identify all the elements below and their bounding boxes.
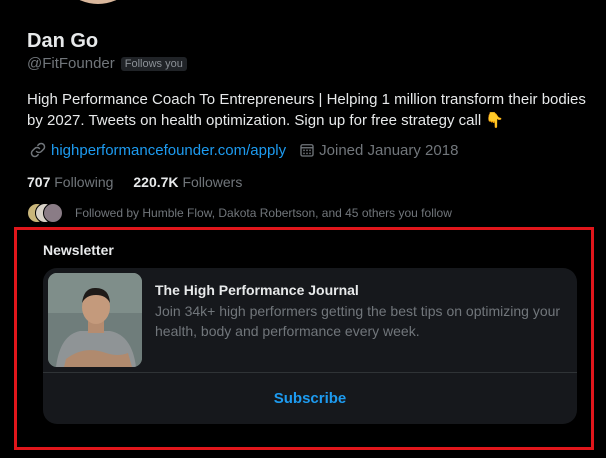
profile-page: Dan Go @FitFounder Follows you High Perf… — [0, 0, 606, 458]
profile-meta: highperformancefounder.com/apply Joined … — [29, 141, 458, 159]
mutual-avatar — [43, 203, 63, 223]
follow-counts: 707 Following 220.7K Followers — [27, 174, 242, 190]
following-count-value: 707 — [27, 174, 51, 190]
joined-date: Joined January 2018 — [319, 141, 459, 159]
profile-name: Dan Go — [27, 30, 99, 52]
followers-count[interactable]: 220.7K Followers — [133, 174, 242, 190]
profile-bio: High Performance Coach To Entrepreneurs … — [27, 91, 586, 129]
highlight-box — [14, 227, 594, 450]
profile-handle: @FitFounder — [27, 55, 115, 72]
following-count-label: Following — [54, 174, 114, 190]
link-icon — [29, 141, 47, 159]
handle-row: @FitFounder Follows you — [27, 55, 187, 72]
calendar-icon — [298, 141, 316, 159]
mutual-avatars — [27, 203, 71, 223]
follows-you-badge: Follows you — [120, 56, 187, 71]
followed-by-text: Followed by Humble Flow, Dakota Robertso… — [75, 206, 452, 220]
avatar[interactable] — [50, 0, 146, 8]
followers-count-label: Followers — [182, 174, 243, 190]
website-link[interactable]: highperformancefounder.com/apply — [51, 142, 286, 159]
followed-by-row[interactable]: Followed by Humble Flow, Dakota Robertso… — [27, 203, 452, 223]
following-count[interactable]: 707 Following — [27, 174, 113, 190]
followers-count-value: 220.7K — [133, 174, 179, 190]
